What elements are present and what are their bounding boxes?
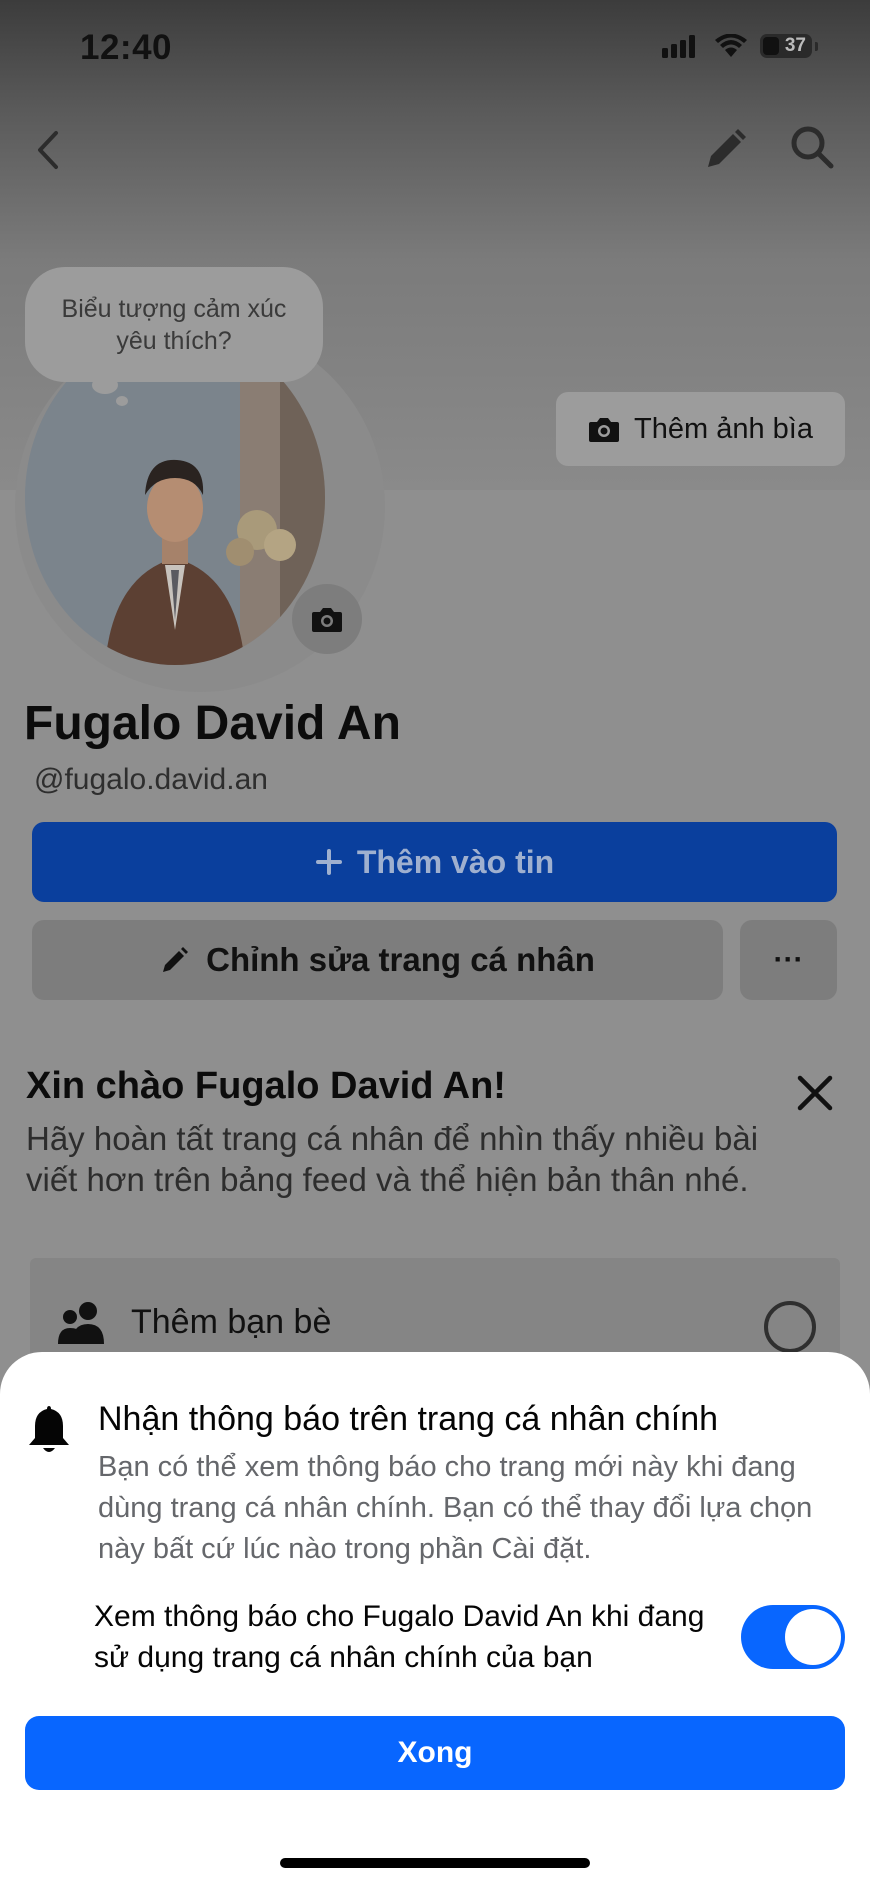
search-button[interactable] (787, 122, 837, 172)
back-button[interactable] (30, 125, 70, 175)
notification-toggle-label: Xem thông báo cho Fugalo David An khi đa… (94, 1600, 705, 1674)
chevron-left-icon (38, 131, 58, 169)
sheet-title: Nhận thông báo trên trang cá nhân chính (98, 1400, 719, 1438)
status-icons: 37 (662, 34, 818, 58)
close-greeting-button[interactable] (790, 1068, 840, 1118)
camera-icon (312, 608, 342, 632)
done-label: Xong (397, 1736, 473, 1769)
status-time: 12:40 (80, 28, 173, 67)
status-bubble[interactable]: Biểu tượng cảm xúc yêu thích? (25, 267, 323, 382)
edit-profile-button[interactable]: Chỉnh sửa trang cá nhân (32, 920, 723, 1000)
edit-button[interactable] (700, 125, 750, 175)
cellular-signal-icon (662, 35, 695, 58)
add-cover-photo-button[interactable]: Thêm ảnh bìa (556, 392, 845, 466)
search-icon (791, 126, 834, 169)
battery-indicator: 37 (760, 34, 818, 58)
more-icon: ··· (773, 943, 804, 976)
add-cover-photo-label: Thêm ảnh bìa (634, 412, 813, 445)
more-options-button[interactable]: ··· (740, 920, 837, 1000)
wifi-icon (715, 34, 747, 57)
battery-level: 37 (784, 35, 806, 56)
profile-handle: @fugalo.david.an (34, 763, 268, 796)
friends-icon (56, 1300, 108, 1346)
greeting-description: Hãy hoàn tất trang cá nhân để nhìn thấy … (26, 1120, 759, 1198)
add-to-story-label: Thêm vào tin (356, 843, 555, 880)
done-button[interactable]: Xong (25, 1716, 845, 1790)
toggle-knob (785, 1609, 841, 1665)
bubble-tail-large (92, 376, 118, 394)
camera-icon (589, 418, 620, 442)
status-bubble-text: Biểu tượng cảm xúc yêu thích? (61, 294, 287, 355)
add-to-story-button[interactable]: Thêm vào tin (32, 822, 837, 902)
bubble-tail-small (116, 396, 128, 406)
close-icon (797, 1075, 833, 1111)
greeting-title: Xin chào Fugalo David An! (26, 1065, 506, 1107)
change-avatar-button[interactable] (292, 584, 362, 654)
edit-profile-label: Chỉnh sửa trang cá nhân (206, 941, 595, 978)
plus-icon (315, 849, 342, 875)
add-friends-checkbox[interactable] (764, 1301, 816, 1353)
profile-name: Fugalo David An (24, 697, 401, 750)
notification-toggle[interactable] (741, 1605, 845, 1669)
pencil-icon (163, 947, 189, 972)
sheet-description: Bạn có thể xem thông báo cho trang mới n… (98, 1451, 813, 1565)
home-indicator[interactable] (280, 1858, 590, 1868)
add-friends-label: Thêm bạn bè (131, 1303, 332, 1341)
pencil-icon (708, 129, 746, 167)
bell-icon (26, 1402, 72, 1456)
